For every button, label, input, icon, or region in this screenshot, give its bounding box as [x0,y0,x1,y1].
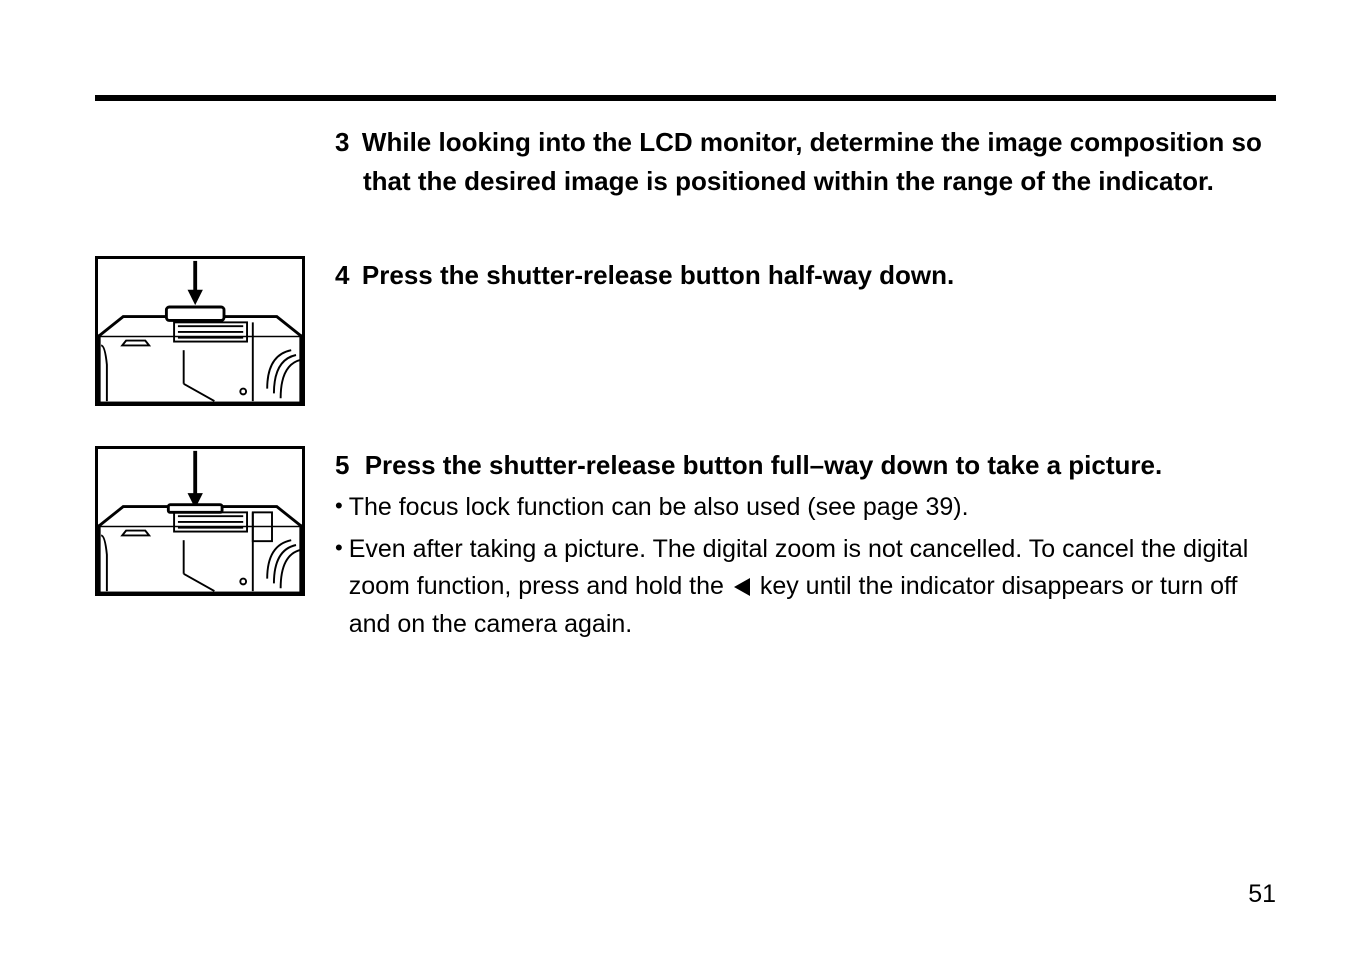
step-3: 3 While looking into the LCD monitor, de… [335,123,1276,201]
step-4: 4 Press the shutter-release button half-… [95,256,1276,406]
horizontal-rule [95,95,1276,101]
step-3-heading: While looking into the LCD monitor, dete… [362,127,1262,196]
bullet-1-text: The focus lock function can be also used… [349,489,1276,527]
step-5-heading: Press the shutter-release button full–wa… [357,450,1162,480]
step-5: 5 Press the shutter-release button full–… [95,446,1276,643]
page-number: 51 [1248,880,1276,909]
step-number-4: 4 [335,260,349,290]
step-number-3: 3 [335,127,349,157]
step-5-bullet-2: Even after taking a picture. The digital… [335,531,1276,644]
page-content: 3 While looking into the LCD monitor, de… [95,123,1276,643]
camera-half-press-illustration [95,256,305,406]
step-5-bullet-1: The focus lock function can be also used… [335,489,1276,527]
camera-full-press-illustration [95,446,305,596]
step-5-text: 5 Press the shutter-release button full–… [335,446,1276,643]
bullet-2-text: Even after taking a picture. The digital… [349,531,1276,644]
step-5-image-column [95,446,335,596]
step-number-5: 5 [335,450,349,480]
step-4-text: 4 Press the shutter-release button half-… [335,256,1276,295]
step-4-image-column [95,256,335,406]
left-arrow-icon [734,578,750,596]
step-4-heading: Press the shutter-release button half-wa… [362,260,954,290]
